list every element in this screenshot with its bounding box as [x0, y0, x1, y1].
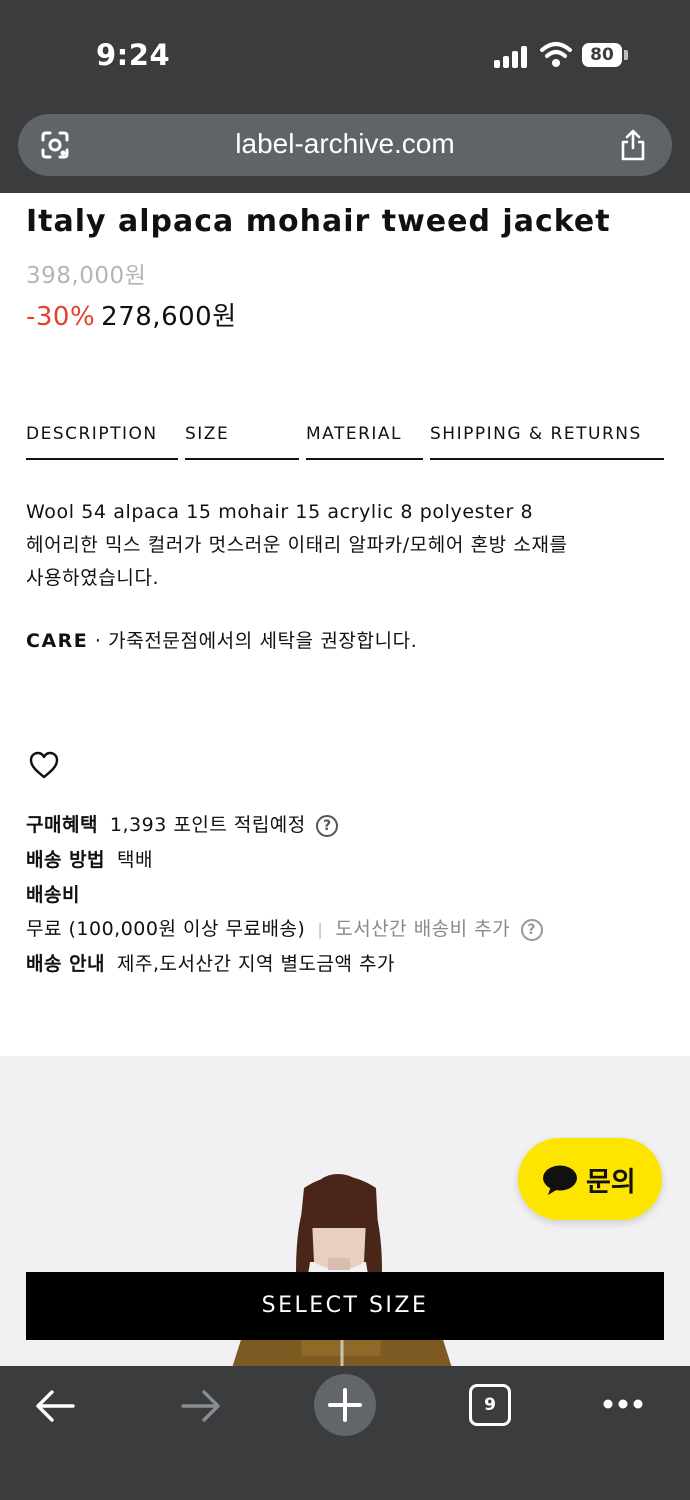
product-description: Wool 54 alpaca 15 mohair 15 acrylic 8 po…	[26, 496, 666, 595]
care-text: · 가죽전문점에서의 세탁을 권장합니다.	[88, 630, 418, 652]
tab-size[interactable]: SIZE	[185, 424, 299, 460]
benefit-value: 1,393 포인트 적립예정	[109, 814, 306, 836]
back-arrow-icon[interactable]	[34, 1388, 76, 1424]
shipping-fee-value: 무료 (100,000원 이상 무료배송)	[26, 918, 306, 940]
wifi-icon	[540, 42, 572, 67]
share-icon[interactable]	[618, 128, 648, 162]
heart-icon[interactable]	[28, 750, 60, 780]
browser-top-chrome: 9:24 80 label-archive.com	[0, 0, 690, 193]
status-time: 9:24	[96, 38, 171, 72]
care-instructions: CARE · 가죽전문점에서의 세탁을 권장합니다.	[26, 626, 417, 653]
chat-bubble-icon	[543, 1165, 577, 1195]
browser-bottom-toolbar: 9	[0, 1366, 690, 1500]
plus-icon	[328, 1388, 362, 1422]
shipping-method-label: 배송 방법	[26, 849, 106, 871]
question-circle-icon[interactable]: ?	[520, 919, 543, 941]
battery-indicator: 80	[582, 43, 622, 67]
forward-arrow-icon[interactable]	[180, 1388, 222, 1424]
description-text-line: 사용하였습니다.	[26, 567, 160, 589]
tab-material[interactable]: MATERIAL	[306, 424, 423, 460]
description-composition: Wool 54 alpaca 15 mohair 15 acrylic 8 po…	[26, 501, 534, 523]
shipping-fee-row: 배송비	[26, 880, 80, 907]
shipping-method-row: 배송 방법 택배	[26, 845, 153, 872]
shipping-method-value: 택배	[117, 849, 154, 871]
shipping-guide-label: 배송 안내	[26, 953, 106, 975]
product-title: Italy alpaca mohair tweed jacket	[26, 204, 611, 239]
benefit-row: 구매혜택 1,393 포인트 적립예정 ?	[26, 810, 339, 837]
chat-button-label: 문의	[586, 1167, 636, 1198]
question-circle-icon[interactable]: ?	[316, 815, 339, 837]
tab-shipping-returns[interactable]: SHIPPING & RETURNS	[430, 424, 664, 460]
shipping-fee-detail-row: 무료 (100,000원 이상 무료배송) | 도서산간 배송비 추가 ?	[26, 914, 543, 941]
new-tab-button[interactable]	[314, 1374, 376, 1436]
shipping-fee-label: 배송비	[26, 884, 80, 906]
more-options-icon[interactable]	[602, 1394, 644, 1414]
select-size-button[interactable]: SELECT SIZE	[26, 1272, 664, 1340]
inquiry-chat-button[interactable]: 문의	[518, 1138, 662, 1220]
shipping-guide-value: 제주,도서산간 지역 별도금액 추가	[117, 953, 395, 975]
sale-price-line: -30% 278,600원	[26, 296, 237, 333]
description-text-line: 헤어리한 믹스 컬러가 멋스러운 이태리 알파카/모헤어 혼방 소재를	[26, 534, 568, 556]
benefit-label: 구매혜택	[26, 814, 98, 836]
battery-tip	[624, 50, 628, 60]
url-text: label-archive.com	[235, 128, 455, 159]
product-info-tabs: DESCRIPTION SIZE MATERIAL SHIPPING & RET…	[26, 424, 664, 460]
address-bar[interactable]: label-archive.com	[18, 114, 672, 176]
sale-price: 278,600원	[101, 302, 237, 332]
tab-switcher-button[interactable]: 9	[469, 1384, 511, 1426]
original-price: 398,000원	[26, 263, 147, 289]
divider: |	[317, 920, 324, 939]
shipping-guide-row: 배송 안내 제주,도서산간 지역 별도금액 추가	[26, 949, 395, 976]
discount-rate: -30%	[26, 302, 96, 332]
cellular-signal-icon	[494, 44, 530, 68]
care-label: CARE	[26, 630, 89, 652]
remote-area-fee-note: 도서산간 배송비 추가	[335, 918, 511, 940]
tab-description[interactable]: DESCRIPTION	[26, 424, 178, 460]
